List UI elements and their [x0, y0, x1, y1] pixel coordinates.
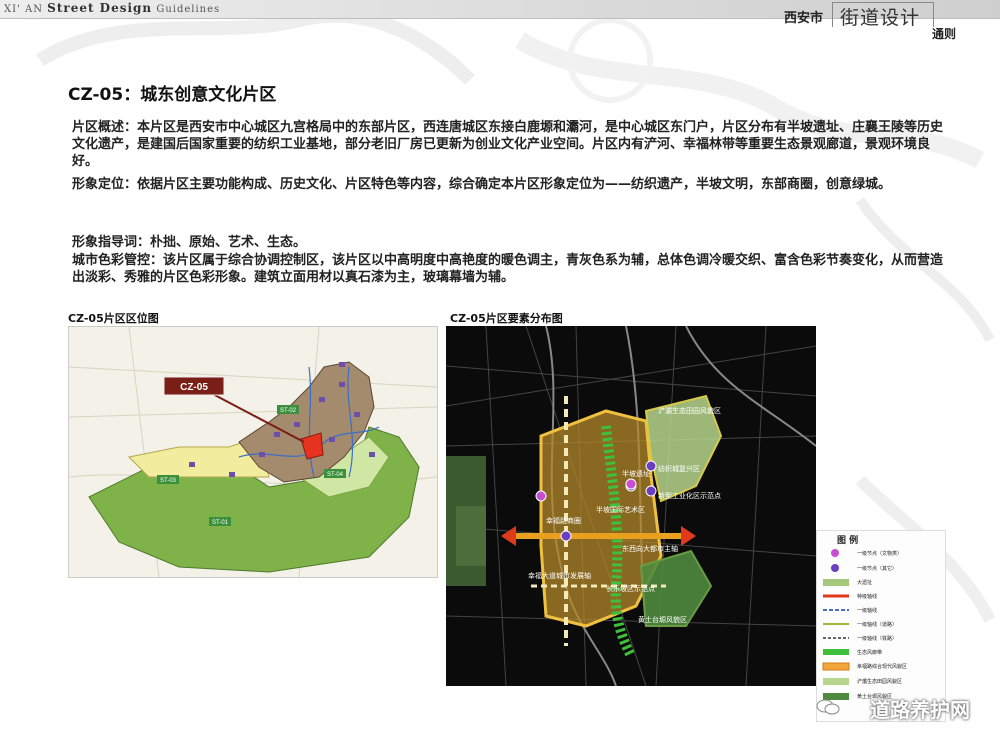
- elements-map: 浐灞生态田园风貌区 纺织城复兴区 新型工业化区示范点 半坡遗址 半坡国际艺术区 …: [445, 325, 817, 687]
- map-label-xingfu-commerce: 幸福路商圈: [546, 516, 581, 525]
- positioning-text: 形象定位：依据片区主要功能构成、历史文化、片区特色等内容，综合确定本片区形象定位…: [72, 177, 892, 192]
- legend-item: 一级节点（文物类）: [857, 551, 903, 557]
- color-control-text: 城市色彩管控：该片区属于综合协调控制区，该片区以中高明度中高艳度的暖色调主，青灰…: [72, 253, 944, 285]
- legend-item: 一级节点（其它）: [857, 566, 898, 572]
- header-series: Street Design: [47, 1, 153, 15]
- zone-label-st04: ST-04: [327, 472, 344, 478]
- brand-subtitle: 通则: [932, 27, 957, 41]
- brand-title: 街道设计: [840, 7, 921, 29]
- location-map-graphic: CZ-05 ST-02 ST-03 ST-04 ST-01: [68, 326, 438, 578]
- watermark: 道路养护网: [870, 698, 970, 722]
- map-label-chanba: 浐灞生态田园风貌区: [658, 406, 721, 415]
- map-label-xingfu-axis: 幸福大道城市发展轴: [528, 571, 591, 580]
- overview-text: 片区概述：本片区是西安市中心城区九宫格局中的东部片区，西连唐城区东接白鹿塬和灞河…: [72, 120, 944, 169]
- header-prefix: XI' AN: [4, 4, 43, 15]
- legend-item: 特级轴线: [857, 594, 878, 600]
- brand-city: 西安市: [784, 11, 824, 26]
- cz05-callout: CZ-05: [180, 382, 208, 393]
- zone-label-st02: ST-02: [280, 408, 297, 414]
- legend-item: 幸福路综合现代风貌区: [857, 664, 908, 670]
- keywords-text: 形象指导词：朴拙、原始、艺术、生态。: [72, 235, 307, 250]
- map-label-textile: 纺织城复兴区: [658, 464, 700, 473]
- legend-item: 生态风廊带: [857, 650, 883, 656]
- location-map-caption: CZ-05片区区位图: [68, 312, 159, 325]
- guideline-label: XI' AN Street Design Guidelines: [4, 1, 220, 15]
- legend-item: 一级轴线（道路）: [857, 622, 898, 628]
- header-suffix: Guidelines: [156, 4, 221, 15]
- legend-item: 一级轴线（铁路）: [857, 636, 898, 642]
- page-title: CZ-05：城东创意文化片区: [68, 85, 277, 105]
- wechat-icon: [816, 699, 840, 715]
- map-label-banpo: 半坡遗址: [622, 469, 650, 478]
- location-map: CZ-05 ST-02 ST-03 ST-04 ST-01: [68, 326, 438, 578]
- brand-block: 西安市 街道设计 通则: [782, 2, 982, 45]
- map-label-banpo-art: 半坡国际艺术区: [596, 505, 645, 514]
- map-label-changle: 长乐坡区示范点: [606, 584, 655, 593]
- map-label-ew-axis: 东西向大都市主轴: [622, 544, 678, 553]
- elements-map-caption: CZ-05片区要素分布图: [450, 312, 563, 325]
- elements-map-graphic: 浐灞生态田园风貌区 纺织城复兴区 新型工业化区示范点 半坡遗址 半坡国际艺术区 …: [445, 325, 817, 687]
- zone-label-st03: ST-03: [160, 478, 177, 484]
- legend-item: 大遗址: [857, 580, 873, 586]
- legend-item: 一级轴线: [857, 608, 878, 614]
- legend-item: 浐灞生态田园风貌区: [857, 679, 903, 685]
- map-label-loess: 黄土台塬风貌区: [638, 615, 687, 624]
- zone-label-st01: ST-01: [212, 520, 229, 526]
- map-label-industrial: 新型工业化区示范点: [658, 491, 721, 500]
